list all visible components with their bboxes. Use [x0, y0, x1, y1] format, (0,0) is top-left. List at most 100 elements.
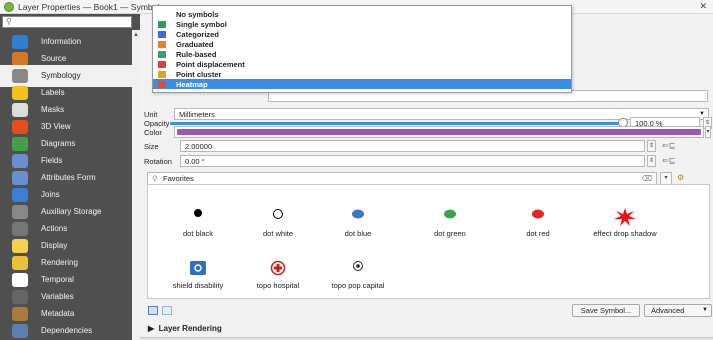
sidebar-item-label: Actions [41, 224, 68, 233]
sidebar-scrollbar[interactable]: ▲ [132, 30, 140, 340]
source-icon [12, 52, 28, 66]
symbol-label: dot white [262, 229, 294, 238]
symbol-effect-drop-shadow[interactable]: effect drop shadow [585, 205, 665, 245]
window-title: Layer Properties — Book1 — Symbology [18, 2, 173, 12]
renderer-option-point-cluster[interactable]: Point cluster [153, 69, 571, 79]
size-spinbox[interactable]: 2.00000 [180, 140, 645, 152]
color-menu-icon[interactable]: ▾ [705, 126, 711, 138]
renderer-option-graduated[interactable]: Graduated [153, 39, 571, 49]
renderer-dropdown-list: No symbols Single symbol Categorized Gradua… [152, 5, 572, 93]
storage-icon [12, 205, 28, 219]
symbol-shield-disability[interactable]: shield disability [158, 257, 238, 297]
rotation-row: Rotation 0.00 ° ⇕ ⇐⊑ [140, 155, 713, 168]
renderer-option-label: No symbols [176, 10, 219, 19]
renderer-option-heatmap[interactable]: Heatmap [153, 79, 571, 89]
sidebar-item-label: Labels [41, 88, 65, 97]
data-defined-override-icon[interactable]: ⇐⊑ [662, 156, 675, 165]
symbol-label: topo pop capital [331, 281, 385, 290]
symbol-label: dot red [526, 229, 550, 238]
symbol-dot-white[interactable]: dot white [238, 205, 318, 245]
size-spin-icon[interactable]: ⇕ [647, 140, 656, 152]
sidebar: ⚲ ▲ Information Source Symbology Labels Mask… [0, 14, 140, 340]
color-label: Color [144, 128, 162, 137]
symbology-icon [12, 69, 28, 83]
qgis-logo-icon [4, 2, 14, 12]
color-row: Color ▾ [140, 126, 713, 139]
symbol-topo-hospital[interactable]: topo hospital [238, 257, 318, 297]
list-view-icon[interactable] [148, 306, 158, 315]
size-label: Size [144, 142, 159, 151]
dot-black-icon [158, 208, 238, 220]
metadata-icon [12, 307, 28, 321]
info-icon [12, 35, 28, 49]
topo-pop-capital-icon [318, 260, 398, 274]
dot-white-icon [238, 208, 318, 222]
symbol-topo-pop-capital[interactable]: topo pop capital [318, 257, 398, 297]
advanced-button[interactable]: Advanced ▼ [644, 304, 712, 317]
icon-view-icon[interactable] [162, 306, 172, 315]
renderer-option-label: Graduated [176, 40, 214, 49]
renderer-option-label: Point displacement [176, 60, 245, 69]
symbol-label: dot green [434, 229, 466, 238]
sidebar-item-label: Rendering [41, 258, 78, 267]
symbol-label: dot black [182, 229, 214, 238]
sidebar-item-label: Source [41, 54, 67, 63]
joins-icon [12, 188, 28, 202]
symbol-dot-black[interactable]: dot black [158, 205, 238, 245]
sidebar-search-input[interactable]: ⚲ [2, 16, 132, 28]
sidebar-item-label: Attributes Form [41, 173, 96, 182]
size-value: 2.00000 [185, 142, 213, 151]
symbol-dot-red[interactable]: dot red [498, 205, 578, 245]
symbol-dot-blue[interactable]: dot blue [318, 205, 398, 245]
symbol-label: topo hospital [256, 281, 300, 290]
rotation-spin-icon[interactable]: ⇕ [647, 155, 656, 167]
renderer-option-point-displacement[interactable]: Point displacement [153, 59, 571, 69]
heatmap-icon [158, 81, 166, 88]
save-symbol-button[interactable]: Save Symbol... [572, 304, 640, 317]
sidebar-item-label: Symbology [41, 71, 81, 80]
rotation-spinbox[interactable]: 0.00 ° [180, 155, 645, 167]
symbol-dot-green[interactable]: dot green [410, 205, 490, 245]
form-icon [12, 171, 28, 185]
rotation-label: Rotation [144, 157, 172, 166]
style-manager-icon[interactable]: ⚙ [677, 173, 684, 182]
symbol-library-grid: dot black dot white dot blue dot green dot r… [147, 184, 710, 299]
variables-icon [12, 290, 28, 304]
layer-rendering-header[interactable]: ▶ Layer Rendering [148, 324, 222, 333]
renderer-option-no-symbols[interactable]: No symbols [153, 9, 571, 19]
opacity-slider[interactable] [170, 122, 620, 125]
labels-icon [12, 86, 28, 100]
effect-drop-shadow-icon [585, 208, 665, 228]
clear-icon[interactable]: ⌫ [641, 174, 652, 183]
rotation-value: 0.00 ° [185, 157, 205, 166]
actions-icon [12, 222, 28, 236]
topo-hospital-icon [238, 260, 318, 278]
dependencies-icon [12, 324, 28, 338]
renderer-option-label: Point cluster [176, 70, 222, 79]
categorized-icon [158, 31, 166, 38]
fields-icon [12, 154, 28, 168]
sidebar-item-label: Diagrams [41, 139, 76, 148]
renderer-option-single-symbol[interactable]: Single symbol [153, 19, 571, 29]
renderer-option-categorized[interactable]: Categorized [153, 29, 571, 39]
renderer-option-rule-based[interactable]: Rule-based [153, 49, 571, 59]
chevron-down-icon: ▼ [702, 307, 708, 313]
sidebar-item-label: 3D View [41, 122, 71, 131]
close-icon[interactable]: ✕ [699, 1, 707, 12]
single-symbol-icon [158, 21, 166, 28]
layer-rendering-label: Layer Rendering [158, 324, 222, 333]
rule-based-icon [158, 51, 166, 58]
color-swatch [177, 129, 701, 135]
renderer-option-label: Single symbol [176, 20, 227, 29]
scroll-up-icon[interactable]: ▲ [133, 32, 139, 38]
no-symbols-icon [158, 11, 166, 18]
advanced-label: Advanced [651, 306, 685, 315]
favorites-value: Favorites [163, 174, 194, 183]
data-defined-override-icon[interactable]: ⇐⊑ [662, 141, 675, 150]
size-row: Size 2.00000 ⇕ ⇐⊑ [140, 140, 713, 153]
dot-blue-icon [318, 208, 398, 222]
sidebar-item-dependencies[interactable]: Dependencies [0, 320, 132, 340]
symbol-label: effect drop shadow [593, 229, 657, 238]
color-button[interactable] [174, 126, 704, 138]
point-displacement-icon [158, 61, 166, 68]
